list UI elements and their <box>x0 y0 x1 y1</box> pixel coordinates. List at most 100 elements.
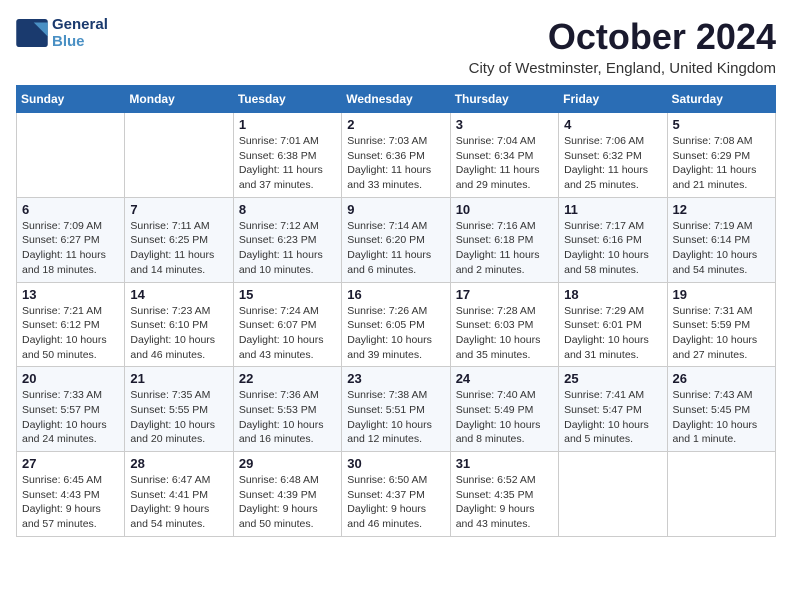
day-number: 27 <box>22 456 119 471</box>
calendar-cell: 4 Sunrise: 7:06 AM Sunset: 6:32 PM Daylig… <box>559 113 667 198</box>
calendar-cell: 2 Sunrise: 7:03 AM Sunset: 6:36 PM Daylig… <box>342 113 450 198</box>
day-number: 11 <box>564 202 661 217</box>
day-number: 19 <box>673 287 770 302</box>
calendar-cell <box>667 452 775 537</box>
week-row-5: 27 Sunrise: 6:45 AM Sunset: 4:43 PM Dayli… <box>17 452 776 537</box>
day-info: Sunrise: 7:29 AM Sunset: 6:01 PM Dayligh… <box>564 304 661 363</box>
day-info: Sunrise: 7:26 AM Sunset: 6:05 PM Dayligh… <box>347 304 444 363</box>
weekday-header-friday: Friday <box>559 86 667 113</box>
day-info: Sunrise: 7:06 AM Sunset: 6:32 PM Dayligh… <box>564 134 661 193</box>
day-info: Sunrise: 6:48 AM Sunset: 4:39 PM Dayligh… <box>239 473 336 532</box>
day-info: Sunrise: 7:36 AM Sunset: 5:53 PM Dayligh… <box>239 388 336 447</box>
day-info: Sunrise: 7:09 AM Sunset: 6:27 PM Dayligh… <box>22 219 119 278</box>
header: General Blue October 2024 City of Westmi… <box>16 16 776 77</box>
calendar-cell: 6 Sunrise: 7:09 AM Sunset: 6:27 PM Daylig… <box>17 197 125 282</box>
day-number: 7 <box>130 202 227 217</box>
logo-text: General Blue <box>52 16 108 50</box>
calendar-cell: 15 Sunrise: 7:24 AM Sunset: 6:07 PM Dayli… <box>233 282 341 367</box>
weekday-header-monday: Monday <box>125 86 233 113</box>
day-number: 25 <box>564 371 661 386</box>
location-title: City of Westminster, England, United Kin… <box>469 60 776 77</box>
logo: General Blue <box>16 16 108 50</box>
day-number: 28 <box>130 456 227 471</box>
day-info: Sunrise: 7:16 AM Sunset: 6:18 PM Dayligh… <box>456 219 553 278</box>
calendar-cell: 23Sunrise: 7:38 AM Sunset: 5:51 PM Dayli… <box>342 367 450 452</box>
day-info: Sunrise: 6:52 AM Sunset: 4:35 PM Dayligh… <box>456 473 553 532</box>
week-row-1: 1 Sunrise: 7:01 AM Sunset: 6:38 PM Daylig… <box>17 113 776 198</box>
calendar-cell: 7Sunrise: 7:11 AM Sunset: 6:25 PM Daylig… <box>125 197 233 282</box>
day-number: 8 <box>239 202 336 217</box>
calendar-cell: 24 Sunrise: 7:40 AM Sunset: 5:49 PM Dayli… <box>450 367 558 452</box>
day-info: Sunrise: 6:45 AM Sunset: 4:43 PM Dayligh… <box>22 473 119 532</box>
week-row-2: 6 Sunrise: 7:09 AM Sunset: 6:27 PM Daylig… <box>17 197 776 282</box>
day-number: 9 <box>347 202 444 217</box>
day-number: 15 <box>239 287 336 302</box>
week-row-3: 13 Sunrise: 7:21 AM Sunset: 6:12 PM Dayli… <box>17 282 776 367</box>
calendar-cell: 21 Sunrise: 7:35 AM Sunset: 5:55 PM Dayli… <box>125 367 233 452</box>
calendar-cell: 28 Sunrise: 6:47 AM Sunset: 4:41 PM Dayli… <box>125 452 233 537</box>
calendar-cell: 14Sunrise: 7:23 AM Sunset: 6:10 PM Dayli… <box>125 282 233 367</box>
calendar-cell: 10 Sunrise: 7:16 AM Sunset: 6:18 PM Dayli… <box>450 197 558 282</box>
day-info: Sunrise: 7:01 AM Sunset: 6:38 PM Dayligh… <box>239 134 336 193</box>
day-number: 2 <box>347 117 444 132</box>
weekday-header-thursday: Thursday <box>450 86 558 113</box>
day-number: 5 <box>673 117 770 132</box>
day-number: 23 <box>347 371 444 386</box>
day-info: Sunrise: 6:50 AM Sunset: 4:37 PM Dayligh… <box>347 473 444 532</box>
day-number: 16 <box>347 287 444 302</box>
day-info: Sunrise: 7:03 AM Sunset: 6:36 PM Dayligh… <box>347 134 444 193</box>
day-number: 10 <box>456 202 553 217</box>
day-info: Sunrise: 7:40 AM Sunset: 5:49 PM Dayligh… <box>456 388 553 447</box>
day-number: 3 <box>456 117 553 132</box>
calendar-cell: 20 Sunrise: 7:33 AM Sunset: 5:57 PM Dayli… <box>17 367 125 452</box>
day-info: Sunrise: 7:24 AM Sunset: 6:07 PM Dayligh… <box>239 304 336 363</box>
day-info: Sunrise: 7:21 AM Sunset: 6:12 PM Dayligh… <box>22 304 119 363</box>
day-info: Sunrise: 7:14 AM Sunset: 6:20 PM Dayligh… <box>347 219 444 278</box>
day-info: Sunrise: 7:28 AM Sunset: 6:03 PM Dayligh… <box>456 304 553 363</box>
week-row-4: 20 Sunrise: 7:33 AM Sunset: 5:57 PM Dayli… <box>17 367 776 452</box>
day-info: Sunrise: 7:31 AM Sunset: 5:59 PM Dayligh… <box>673 304 770 363</box>
weekday-header-tuesday: Tuesday <box>233 86 341 113</box>
calendar-cell: 17 Sunrise: 7:28 AM Sunset: 6:03 PM Dayli… <box>450 282 558 367</box>
day-info: Sunrise: 7:35 AM Sunset: 5:55 PM Dayligh… <box>130 388 227 447</box>
day-number: 21 <box>130 371 227 386</box>
day-number: 6 <box>22 202 119 217</box>
calendar-cell: 13 Sunrise: 7:21 AM Sunset: 6:12 PM Dayli… <box>17 282 125 367</box>
calendar-cell: 27 Sunrise: 6:45 AM Sunset: 4:43 PM Dayli… <box>17 452 125 537</box>
calendar-table: SundayMondayTuesdayWednesdayThursdayFrid… <box>16 85 776 537</box>
calendar-cell: 5 Sunrise: 7:08 AM Sunset: 6:29 PM Daylig… <box>667 113 775 198</box>
day-info: Sunrise: 7:12 AM Sunset: 6:23 PM Dayligh… <box>239 219 336 278</box>
calendar-cell: 22 Sunrise: 7:36 AM Sunset: 5:53 PM Dayli… <box>233 367 341 452</box>
day-number: 24 <box>456 371 553 386</box>
day-number: 17 <box>456 287 553 302</box>
day-info: Sunrise: 7:19 AM Sunset: 6:14 PM Dayligh… <box>673 219 770 278</box>
day-number: 31 <box>456 456 553 471</box>
month-title: October 2024 <box>469 16 776 58</box>
day-number: 13 <box>22 287 119 302</box>
day-info: Sunrise: 7:33 AM Sunset: 5:57 PM Dayligh… <box>22 388 119 447</box>
day-number: 4 <box>564 117 661 132</box>
day-number: 14 <box>130 287 227 302</box>
calendar-cell: 11Sunrise: 7:17 AM Sunset: 6:16 PM Dayli… <box>559 197 667 282</box>
day-number: 22 <box>239 371 336 386</box>
calendar-cell <box>125 113 233 198</box>
day-number: 20 <box>22 371 119 386</box>
day-info: Sunrise: 6:47 AM Sunset: 4:41 PM Dayligh… <box>130 473 227 532</box>
title-block: October 2024 City of Westminster, Englan… <box>469 16 776 77</box>
calendar-cell <box>559 452 667 537</box>
day-number: 1 <box>239 117 336 132</box>
day-info: Sunrise: 7:41 AM Sunset: 5:47 PM Dayligh… <box>564 388 661 447</box>
calendar-cell: 9 Sunrise: 7:14 AM Sunset: 6:20 PM Daylig… <box>342 197 450 282</box>
day-number: 18 <box>564 287 661 302</box>
calendar-cell: 18 Sunrise: 7:29 AM Sunset: 6:01 PM Dayli… <box>559 282 667 367</box>
day-info: Sunrise: 7:43 AM Sunset: 5:45 PM Dayligh… <box>673 388 770 447</box>
day-info: Sunrise: 7:08 AM Sunset: 6:29 PM Dayligh… <box>673 134 770 193</box>
day-number: 26 <box>673 371 770 386</box>
day-info: Sunrise: 7:04 AM Sunset: 6:34 PM Dayligh… <box>456 134 553 193</box>
day-number: 30 <box>347 456 444 471</box>
calendar-cell: 19 Sunrise: 7:31 AM Sunset: 5:59 PM Dayli… <box>667 282 775 367</box>
calendar-cell: 26 Sunrise: 7:43 AM Sunset: 5:45 PM Dayli… <box>667 367 775 452</box>
calendar-cell: 30 Sunrise: 6:50 AM Sunset: 4:37 PM Dayli… <box>342 452 450 537</box>
logo-icon <box>16 19 48 47</box>
calendar-cell: 8 Sunrise: 7:12 AM Sunset: 6:23 PM Daylig… <box>233 197 341 282</box>
